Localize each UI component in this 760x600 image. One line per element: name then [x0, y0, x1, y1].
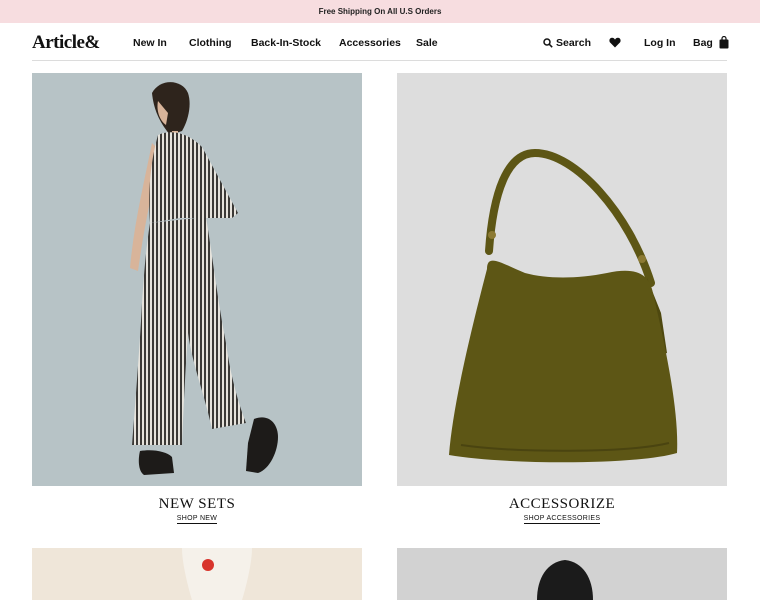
brand-logo[interactable]: Article& [32, 32, 100, 54]
shop-accessories-label[interactable]: SHOP ACCESSORIES [523, 515, 601, 524]
tile-accessorize[interactable]: ACCESSORIZE SHOP ACCESSORIES [397, 73, 727, 533]
tile-new-sets[interactable]: NEW SETS SHOP NEW [32, 73, 362, 533]
announcement-text: Free Shipping On All U.S Orders [318, 7, 442, 16]
accessorize-image[interactable] [397, 73, 727, 486]
accessorize-title: ACCESSORIZE [508, 496, 616, 512]
nav-clothing[interactable]: Clothing [189, 37, 232, 49]
button-detail [202, 559, 214, 571]
nav-accessories[interactable]: Accessories [339, 37, 401, 49]
nav-back-in-stock[interactable]: Back-In-Stock [251, 37, 321, 49]
shop-accessories-link[interactable]: SHOP ACCESSORIES [397, 515, 727, 524]
shop-new-link[interactable]: SHOP NEW [32, 515, 362, 524]
login-link[interactable]: Log In [644, 37, 676, 49]
new-sets-image[interactable] [32, 73, 362, 486]
new-sets-title: NEW SETS [158, 496, 236, 512]
portrait-image[interactable] [397, 548, 727, 600]
search-label: Search [556, 37, 592, 49]
site-header: Article& New In Clothing Back-In-Stock A… [32, 23, 729, 61]
search-button[interactable]: Search [543, 37, 591, 49]
announcement-bar: Free Shipping On All U.S Orders [0, 0, 760, 23]
bag-icon [719, 35, 729, 48]
shop-new-label[interactable]: SHOP NEW [176, 515, 218, 524]
heart-icon [609, 37, 621, 48]
nav-sale[interactable]: Sale [416, 37, 438, 49]
bag-label: Bag [693, 37, 713, 49]
wishlist-button[interactable] [609, 37, 621, 48]
login-label: Log In [644, 37, 676, 49]
nav-new-in[interactable]: New In [133, 37, 167, 49]
cardigan-image[interactable] [32, 548, 362, 600]
bag-button[interactable]: Bag [693, 35, 729, 49]
search-icon [543, 38, 553, 48]
